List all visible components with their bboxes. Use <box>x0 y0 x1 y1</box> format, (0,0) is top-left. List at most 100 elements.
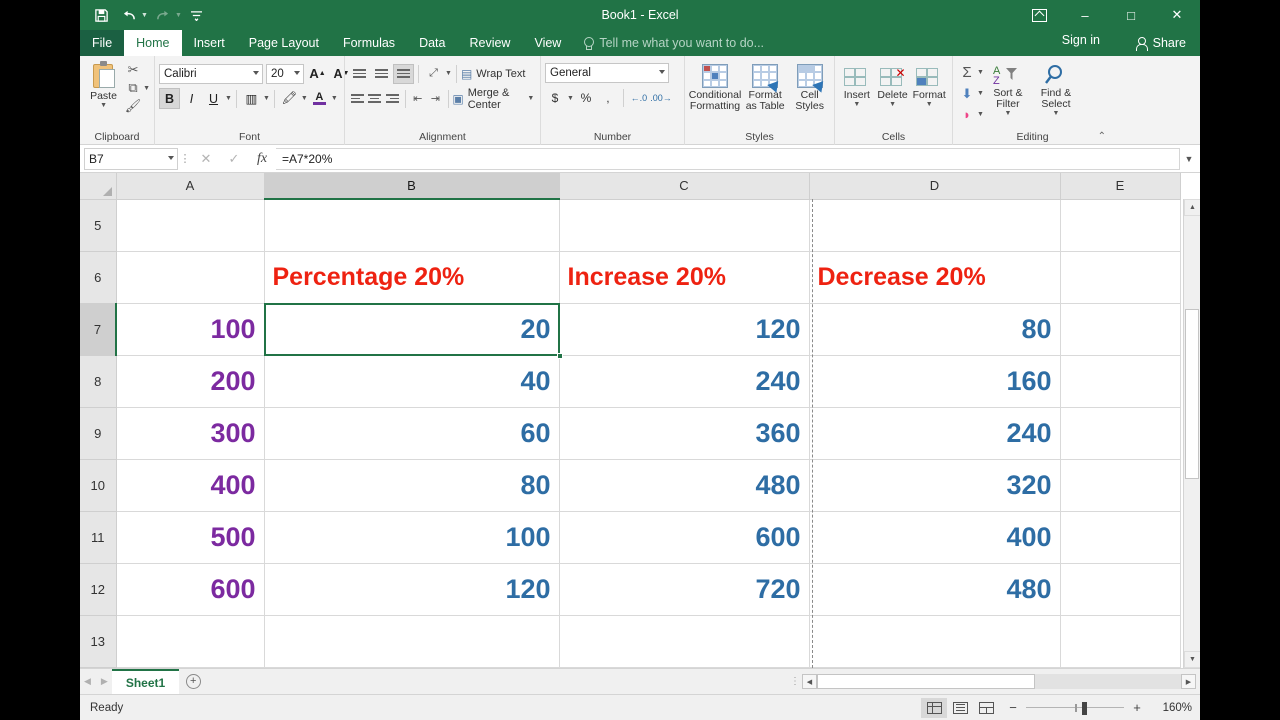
scroll-down-button[interactable]: ▼ <box>1184 651 1200 668</box>
cell-C9[interactable]: 360 <box>559 407 809 459</box>
scroll-up-button[interactable]: ▲ <box>1184 199 1200 216</box>
clear-icon[interactable]: ◗ <box>957 106 977 124</box>
cell-E10[interactable] <box>1060 459 1180 511</box>
cell-E7[interactable] <box>1060 303 1180 355</box>
share-button[interactable]: Share <box>1128 30 1194 56</box>
undo-dropdown-icon[interactable]: ▼ <box>141 12 148 19</box>
borders-dropdown-icon[interactable]: ▼ <box>263 95 270 102</box>
scroll-left-button[interactable]: ◀ <box>802 674 817 689</box>
cell-A12[interactable]: 600 <box>116 563 264 615</box>
number-format-dropdown-icon[interactable] <box>659 70 665 74</box>
underline-button[interactable]: U <box>203 88 224 109</box>
page-layout-view-button[interactable] <box>947 698 973 718</box>
row-header-9[interactable]: 9 <box>80 407 116 459</box>
clear-dropdown-icon[interactable]: ▼ <box>977 111 984 118</box>
italic-button[interactable]: I <box>181 88 202 109</box>
delete-cells-dropdown-icon[interactable]: ▼ <box>889 101 896 108</box>
cell-A11[interactable]: 500 <box>116 511 264 563</box>
format-cells-dropdown-icon[interactable]: ▼ <box>926 101 933 108</box>
currency-dropdown-icon[interactable]: ▼ <box>567 95 574 102</box>
cell-E6[interactable] <box>1060 251 1180 303</box>
cell-D10[interactable]: 320 <box>809 459 1060 511</box>
fill-icon[interactable]: ⬇ <box>957 85 977 103</box>
increase-indent-icon[interactable]: ⇥ <box>427 89 444 109</box>
cell-D6[interactable]: Decrease 20% <box>809 251 1060 303</box>
tab-review[interactable]: Review <box>457 30 522 56</box>
currency-button[interactable]: $ <box>545 88 565 108</box>
tab-file[interactable]: File <box>80 30 124 56</box>
orientation-icon[interactable]: ⤢ <box>423 64 444 84</box>
bold-button[interactable]: B <box>159 88 180 109</box>
tab-home[interactable]: Home <box>124 30 181 56</box>
vertical-scrollbar[interactable]: ▲ ▼ <box>1183 199 1200 668</box>
cell-B10[interactable]: 80 <box>264 459 559 511</box>
cell-C7[interactable]: 120 <box>559 303 809 355</box>
column-header-d[interactable]: D <box>809 173 1060 199</box>
cell-C10[interactable]: 480 <box>559 459 809 511</box>
align-center-icon[interactable] <box>367 89 384 109</box>
sign-in-link[interactable]: Sign in <box>1062 33 1100 47</box>
zoom-slider[interactable] <box>1026 701 1124 715</box>
cancel-edit-icon[interactable]: ✕ <box>192 148 220 170</box>
cell-B13[interactable] <box>264 615 559 667</box>
wrap-text-button[interactable]: ▤ Wrap Text <box>461 63 528 84</box>
cell-E11[interactable] <box>1060 511 1180 563</box>
tab-split-handle[interactable]: ⋮ <box>788 669 802 694</box>
fill-color-dropdown-icon[interactable]: ▼ <box>301 95 308 102</box>
align-middle-icon[interactable] <box>371 64 392 84</box>
delete-cells-button[interactable]: ✕ Delete ▼ <box>875 62 911 108</box>
cell-A10[interactable]: 400 <box>116 459 264 511</box>
fill-handle[interactable] <box>557 353 563 359</box>
cell-D9[interactable]: 240 <box>809 407 1060 459</box>
number-format-select[interactable]: General <box>545 63 669 83</box>
sort-filter-button[interactable]: AZ Sort & Filter ▼ <box>984 62 1032 117</box>
confirm-edit-icon[interactable]: ✓ <box>220 148 248 170</box>
cell-D13[interactable] <box>809 615 1060 667</box>
name-box-dropdown-icon[interactable] <box>168 156 174 160</box>
insert-function-icon[interactable]: fx <box>248 148 276 170</box>
cell-D7[interactable]: 80 <box>809 303 1060 355</box>
tab-page-layout[interactable]: Page Layout <box>237 30 331 56</box>
autosum-icon[interactable]: Σ <box>957 64 977 82</box>
increase-font-size-button[interactable]: A▲ <box>307 63 328 84</box>
tab-insert[interactable]: Insert <box>182 30 237 56</box>
find-select-button[interactable]: Find & Select ▼ <box>1032 62 1080 117</box>
comma-style-button[interactable]: , <box>598 88 618 108</box>
cell-B9[interactable]: 60 <box>264 407 559 459</box>
conditional-formatting-button[interactable]: Conditional Formatting <box>689 62 741 112</box>
cell-styles-button[interactable]: Cell Styles <box>789 62 830 112</box>
cell-C12[interactable]: 720 <box>559 563 809 615</box>
cell-E9[interactable] <box>1060 407 1180 459</box>
zoom-out-button[interactable]: − <box>1007 700 1019 715</box>
paste-button[interactable]: Paste ▼ <box>84 59 123 109</box>
horizontal-scrollbar[interactable]: ◀ ▶ <box>802 669 1200 694</box>
tab-view[interactable]: View <box>522 30 573 56</box>
normal-view-button[interactable] <box>921 698 947 718</box>
sheet-tab-sheet1[interactable]: Sheet1 <box>112 669 179 694</box>
decrease-indent-icon[interactable]: ⇤ <box>409 89 426 109</box>
font-name-dropdown-icon[interactable] <box>253 71 259 75</box>
column-header-b[interactable]: B <box>264 173 559 199</box>
font-color-icon[interactable]: A <box>309 88 330 109</box>
row-header-12[interactable]: 12 <box>80 563 116 615</box>
format-painter-icon[interactable]: 🖌 <box>123 97 143 115</box>
minimize-button[interactable]: – <box>1062 0 1108 30</box>
select-all-button[interactable] <box>80 173 116 199</box>
row-header-6[interactable]: 6 <box>80 251 116 303</box>
horizontal-scroll-track[interactable] <box>817 674 1181 689</box>
align-right-icon[interactable] <box>384 89 401 109</box>
cell-B5[interactable] <box>264 199 559 251</box>
paste-dropdown-icon[interactable]: ▼ <box>100 102 107 109</box>
cell-C5[interactable] <box>559 199 809 251</box>
decrease-decimal-icon[interactable]: .00→ <box>651 88 671 108</box>
align-top-icon[interactable] <box>349 64 370 84</box>
cell-E12[interactable] <box>1060 563 1180 615</box>
tab-formulas[interactable]: Formulas <box>331 30 407 56</box>
cell-C11[interactable]: 600 <box>559 511 809 563</box>
borders-icon[interactable]: ▥ <box>241 88 262 109</box>
row-header-5[interactable]: 5 <box>80 199 116 251</box>
find-select-dropdown-icon[interactable]: ▼ <box>1052 110 1059 117</box>
cell-B6[interactable]: Percentage 20% <box>264 251 559 303</box>
cell-A13[interactable] <box>116 615 264 667</box>
cell-D5[interactable] <box>809 199 1060 251</box>
